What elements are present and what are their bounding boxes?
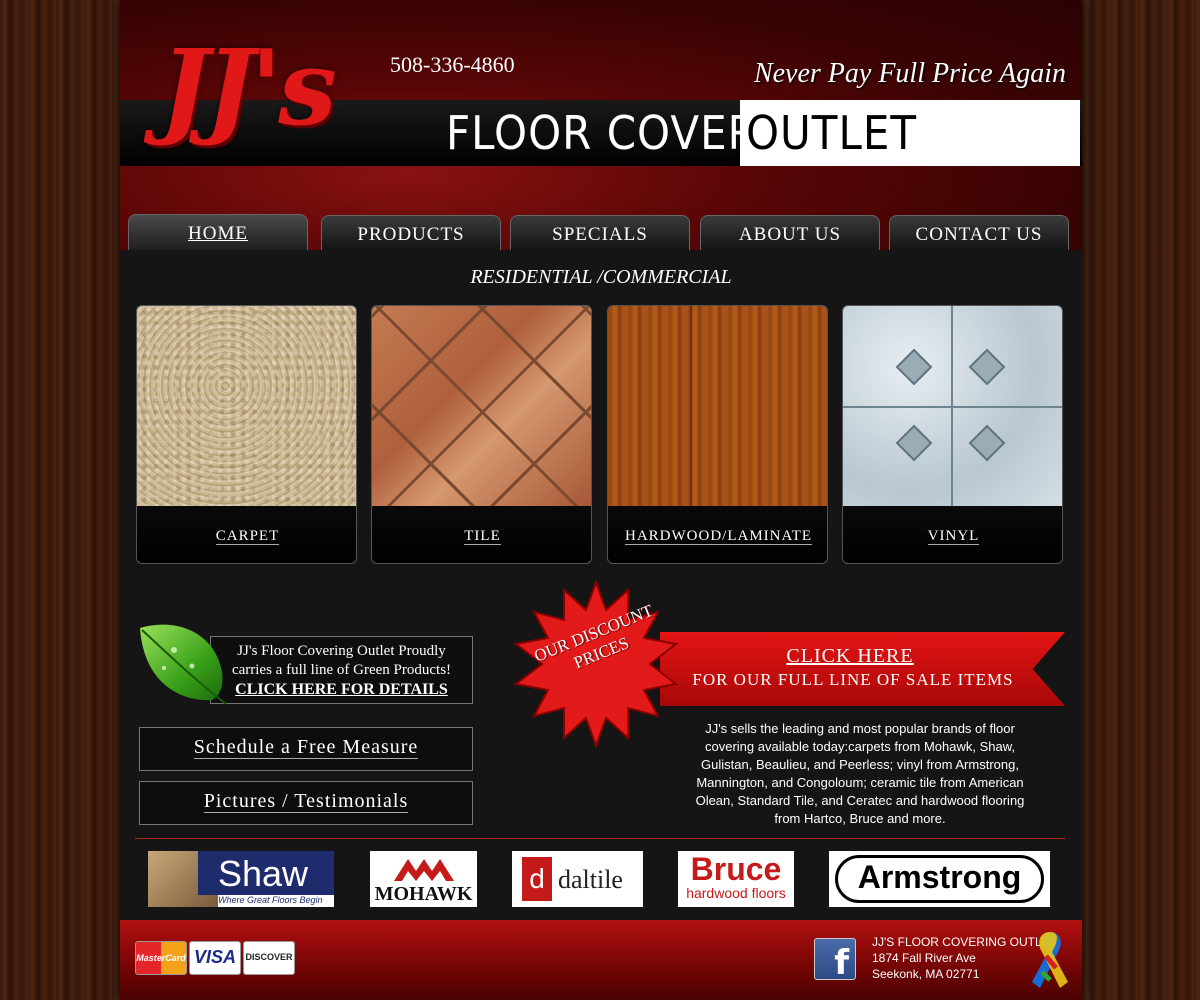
schedule-measure-button[interactable]: Schedule a Free Measure — [139, 727, 473, 771]
header: JJ's 508-336-4860 Never Pay Full Price A… — [120, 0, 1082, 250]
tab-contact-us[interactable]: CONTACT US — [889, 215, 1069, 251]
sale-banner-text: FOR OUR FULL LINE OF SALE ITEMS — [692, 670, 1014, 689]
green-text-line2: carries a full line of Green Products! — [231, 662, 452, 678]
main-nav: HOME PRODUCTS SPECIALS ABOUT US CONTACT … — [128, 214, 1078, 252]
tile-image — [372, 306, 591, 506]
brands-description: JJ's sells the leading and most popular … — [695, 721, 1025, 826]
hardwood-image — [608, 306, 827, 506]
awareness-ribbon-icon — [1032, 932, 1068, 988]
tab-home[interactable]: HOME — [128, 214, 308, 252]
category-card-vinyl[interactable]: VINYL — [842, 305, 1063, 564]
logo-jj[interactable]: JJ's — [160, 36, 337, 140]
category-card-hardwood[interactable]: HARDWOOD/LAMINATE — [607, 305, 828, 564]
daltile-logo[interactable]: d daltile — [512, 851, 643, 907]
carpet-image — [137, 306, 356, 506]
section-title: RESIDENTIAL /COMMERCIAL — [470, 266, 732, 288]
phone-number: 508-336-4860 — [390, 52, 515, 77]
sale-click-here-link[interactable]: CLICK HERE — [695, 645, 1005, 668]
bruce-logo[interactable]: Bruce hardwood floors — [678, 851, 794, 907]
green-details-link[interactable]: CLICK HERE FOR DETAILS — [211, 680, 472, 699]
category-label: TILE — [464, 528, 501, 545]
tab-label: SPECIALS — [552, 224, 648, 245]
facebook-icon[interactable]: f — [814, 938, 856, 983]
category-card-carpet[interactable]: CARPET — [136, 305, 357, 564]
green-products-box[interactable]: JJ's Floor Covering Outlet Proudly carri… — [210, 636, 473, 704]
tab-label: PRODUCTS — [357, 224, 465, 245]
sale-banner[interactable] — [660, 632, 1065, 706]
mohawk-logo[interactable]: MOHAWK — [370, 851, 477, 907]
tab-products[interactable]: PRODUCTS — [321, 215, 501, 251]
armstrong-logo[interactable]: Armstrong — [829, 851, 1050, 907]
vinyl-image — [843, 306, 1062, 506]
wood-border-right — [1082, 0, 1200, 1000]
category-label: CARPET — [215, 528, 280, 545]
tab-label: HOME — [188, 223, 248, 244]
page-container: JJ's 508-336-4860 Never Pay Full Price A… — [120, 0, 1082, 1000]
tab-label: CONTACT US — [915, 224, 1043, 245]
tab-specials[interactable]: SPECIALS — [510, 215, 690, 251]
shaw-logo[interactable]: Shaw Where Great Floors Begin — [148, 851, 334, 907]
tab-about-us[interactable]: ABOUT US — [700, 215, 880, 251]
visa-icon: VISA — [189, 941, 241, 975]
tagline: Never Pay Full Price Again — [753, 58, 1066, 89]
category-label: HARDWOOD/LAMINATE — [625, 528, 812, 545]
brand-name-outlet: OUTLET — [746, 106, 918, 160]
pictures-testimonials-button[interactable]: Pictures / Testimonials — [139, 781, 473, 825]
divider — [135, 838, 1065, 839]
category-label: VINYL — [927, 528, 980, 545]
discover-icon: DISCOVER — [243, 941, 295, 975]
mastercard-icon: MasterCard — [135, 941, 187, 975]
tab-label: ABOUT US — [738, 224, 842, 245]
green-text-line1: JJ's Floor Covering Outlet Proudly — [237, 643, 446, 659]
category-card-tile[interactable]: TILE — [371, 305, 592, 564]
wood-border-left — [0, 0, 120, 1000]
leaf-icon — [140, 624, 227, 705]
